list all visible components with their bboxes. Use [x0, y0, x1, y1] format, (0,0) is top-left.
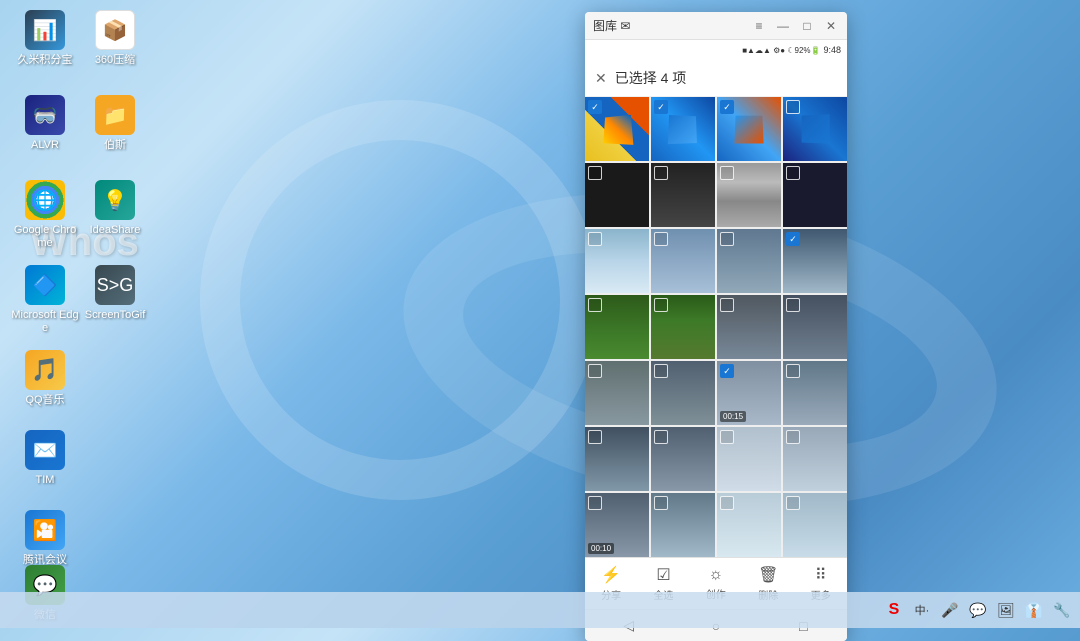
photo-cell[interactable]: [585, 361, 649, 425]
deselect-button[interactable]: ✕: [595, 70, 607, 87]
photo-cell[interactable]: [585, 97, 649, 161]
desktop-icon-alvr[interactable]: 🥽 ALVR: [10, 95, 80, 152]
photo-checkbox[interactable]: [786, 100, 800, 114]
create-icon: ☼: [708, 566, 723, 584]
photo-checkbox[interactable]: [588, 496, 602, 510]
photo-cell[interactable]: [651, 97, 715, 161]
photo-checkbox[interactable]: [588, 430, 602, 444]
desktop-icon-chrome[interactable]: 🌐 Google Chrome: [10, 180, 80, 250]
desktop-icon-jmjfb[interactable]: 📊 久米积分宝: [10, 10, 80, 67]
photo-checkbox[interactable]: [786, 166, 800, 180]
photo-checkbox[interactable]: [588, 298, 602, 312]
taskbar-icon-img[interactable]: 🖼: [996, 600, 1016, 620]
photo-checkbox[interactable]: [654, 100, 668, 114]
desktop-icon-qqmusic[interactable]: 🎵 QQ音乐: [10, 350, 80, 407]
video-duration: 00:10: [588, 543, 614, 554]
desktop-icon-edge[interactable]: 🔷 Microsoft Edge: [10, 265, 80, 335]
photo-cell[interactable]: [783, 229, 847, 293]
photo-checkbox[interactable]: [720, 232, 734, 246]
photo-cell[interactable]: [651, 427, 715, 491]
photo-cell[interactable]: [585, 229, 649, 293]
window-title: 图库 ✉: [593, 17, 751, 34]
taskbar: S 中· 🎤 💬 🖼 👔 🔧: [0, 592, 1080, 628]
photo-cell[interactable]: [651, 163, 715, 227]
photo-cell[interactable]: [783, 97, 847, 161]
photo-cell[interactable]: [783, 493, 847, 557]
phone-statusbar: ■▲☁▲ ⚙● ☾92%🔋 9:48: [585, 40, 847, 60]
photo-cell[interactable]: [783, 163, 847, 227]
photo-checkbox[interactable]: [654, 298, 668, 312]
photo-cell[interactable]: [783, 361, 847, 425]
photo-checkbox[interactable]: [786, 496, 800, 510]
window-controls: ≡ — □ ✕: [751, 19, 839, 33]
taskbar-system-icons: S 中· 🎤 💬 🖼 👔 🔧: [884, 600, 1072, 620]
photo-cell[interactable]: [651, 229, 715, 293]
photo-checkbox[interactable]: [588, 232, 602, 246]
photo-checkbox[interactable]: [786, 298, 800, 312]
delete-icon: 🗑: [758, 565, 778, 585]
selectall-icon: ☑: [656, 565, 670, 585]
desktop-icon-tim[interactable]: ✉️ TIM: [10, 430, 80, 487]
photo-cell[interactable]: [717, 493, 781, 557]
photo-cell[interactable]: [717, 163, 781, 227]
photo-cell[interactable]: [585, 427, 649, 491]
photo-header: ✕ 已选择 4 项: [585, 60, 847, 97]
photo-cell[interactable]: [783, 427, 847, 491]
photo-checkbox[interactable]: [720, 364, 734, 378]
status-icons: ■▲☁▲ ⚙● ☾92%🔋: [742, 46, 820, 55]
photo-checkbox[interactable]: [588, 166, 602, 180]
photo-checkbox[interactable]: [720, 298, 734, 312]
desktop-icon-360[interactable]: 📦 360压缩: [80, 10, 150, 67]
selected-count-text: 已选择 4 项: [615, 68, 687, 88]
more-icon: ⠿: [815, 565, 827, 585]
photo-cell[interactable]: [651, 295, 715, 359]
taskbar-icon-cn[interactable]: 中·: [912, 600, 932, 620]
photo-cell[interactable]: [585, 295, 649, 359]
photo-cell[interactable]: [717, 97, 781, 161]
photo-checkbox[interactable]: [654, 166, 668, 180]
status-time: 9:48: [823, 45, 841, 55]
taskbar-icon-chat[interactable]: 💬: [968, 600, 988, 620]
photo-cell[interactable]: [585, 163, 649, 227]
photo-checkbox[interactable]: [720, 166, 734, 180]
desktop-icon-bs[interactable]: 📁 伯斯: [80, 95, 150, 152]
photo-checkbox[interactable]: [720, 496, 734, 510]
photo-checkbox[interactable]: [654, 364, 668, 378]
desktop-icon-ideashare[interactable]: 💡 IdeaShare: [80, 180, 150, 237]
close-button[interactable]: ✕: [823, 19, 839, 33]
photo-checkbox[interactable]: [720, 430, 734, 444]
photo-cell[interactable]: [717, 229, 781, 293]
photo-cell[interactable]: [717, 427, 781, 491]
photo-checkbox[interactable]: [588, 100, 602, 114]
photo-cell[interactable]: [717, 295, 781, 359]
photo-cell[interactable]: [783, 295, 847, 359]
desktop-icon-screentogif[interactable]: S>G ScreenToGif: [80, 265, 150, 322]
video-duration: 00:15: [720, 411, 746, 422]
photo-checkbox[interactable]: [720, 100, 734, 114]
taskbar-icon-mic[interactable]: 🎤: [940, 600, 960, 620]
phone-window: 图库 ✉ ≡ — □ ✕ ■▲☁▲ ⚙● ☾92%🔋 9:48 ✕ 已选择 4 …: [585, 12, 847, 641]
desktop-icon-tencent-meeting[interactable]: 🎦 腾讯会议: [10, 510, 80, 567]
photo-checkbox[interactable]: [786, 232, 800, 246]
taskbar-icon-s[interactable]: S: [884, 600, 904, 620]
menu-button[interactable]: ≡: [751, 19, 767, 33]
share-icon: ⚡: [601, 565, 621, 585]
maximize-button[interactable]: □: [799, 19, 815, 33]
photo-cell[interactable]: [651, 493, 715, 557]
photo-cell[interactable]: 00:10: [585, 493, 649, 557]
photo-checkbox[interactable]: [654, 232, 668, 246]
taskbar-icon-settings[interactable]: 🔧: [1052, 600, 1072, 620]
photo-checkbox[interactable]: [654, 430, 668, 444]
photo-checkbox[interactable]: [786, 364, 800, 378]
photo-checkbox[interactable]: [654, 496, 668, 510]
window-titlebar: 图库 ✉ ≡ — □ ✕: [585, 12, 847, 40]
photo-cell[interactable]: 00:15: [717, 361, 781, 425]
photo-grid: 00:15 00:10: [585, 97, 847, 557]
photo-checkbox[interactable]: [786, 430, 800, 444]
photo-cell[interactable]: [651, 361, 715, 425]
minimize-button[interactable]: —: [775, 19, 791, 33]
photo-checkbox[interactable]: [588, 364, 602, 378]
taskbar-icon-shirt[interactable]: 👔: [1024, 600, 1044, 620]
